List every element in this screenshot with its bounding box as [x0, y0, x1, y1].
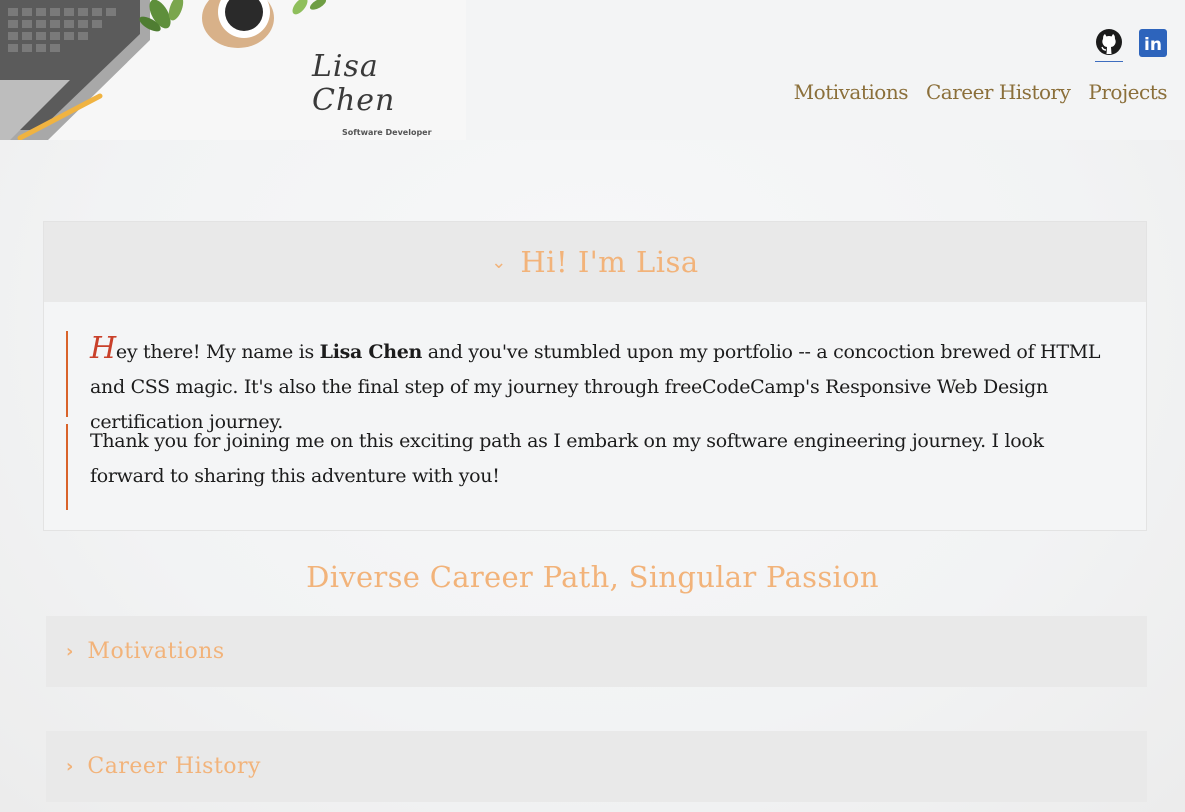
dropcap: H [90, 331, 116, 366]
nav-link-projects[interactable]: Projects [1088, 80, 1167, 104]
accordion-career-history[interactable]: › Career History [46, 731, 1147, 802]
site-header: Lisa Chen Software Developer in Motivati… [0, 0, 1185, 140]
github-link[interactable] [1095, 28, 1123, 62]
chevron-down-icon: ⌄ [491, 251, 507, 273]
nav-link-motivations[interactable]: Motivations [794, 80, 909, 104]
nav-link-career-history[interactable]: Career History [926, 80, 1071, 104]
signature-logo: Lisa Chen Software Developer [308, 49, 448, 138]
accordion-label: Motivations [87, 639, 225, 664]
intro-summary-toggle[interactable]: ⌄ Hi! I'm Lisa [44, 222, 1146, 302]
intro-name: Lisa Chen [319, 341, 423, 363]
signature-name: Lisa Chen [312, 49, 396, 118]
linkedin-link[interactable]: in [1139, 29, 1167, 61]
signature-role: Software Developer [342, 128, 432, 137]
linkedin-icon: in [1139, 29, 1167, 57]
accordion-motivations[interactable]: › Motivations [46, 616, 1147, 687]
intro-paragraph-1: Hey there! My name is Lisa Chen and you'… [66, 331, 1105, 433]
section-title: Diverse Career Path, Singular Passion [306, 560, 879, 594]
chevron-right-icon: › [66, 641, 74, 662]
github-icon [1096, 29, 1122, 55]
hero-desk-image: Lisa Chen Software Developer [0, 0, 466, 140]
linkedin-icon-text: in [1144, 35, 1162, 55]
intro-p1-text-start: ey there! My name is [115, 341, 320, 363]
accordion-label: Career History [87, 754, 261, 779]
intro-panel: ⌄ Hi! I'm Lisa Hey there! My name is Lis… [43, 221, 1147, 531]
intro-paragraph-2: Thank you for joining me on this excitin… [66, 424, 1105, 510]
intro-title: Hi! I'm Lisa [520, 245, 699, 279]
main-nav: Motivations Career History Projects [794, 80, 1168, 104]
social-links: in [1095, 28, 1167, 62]
chevron-right-icon: › [66, 756, 74, 777]
